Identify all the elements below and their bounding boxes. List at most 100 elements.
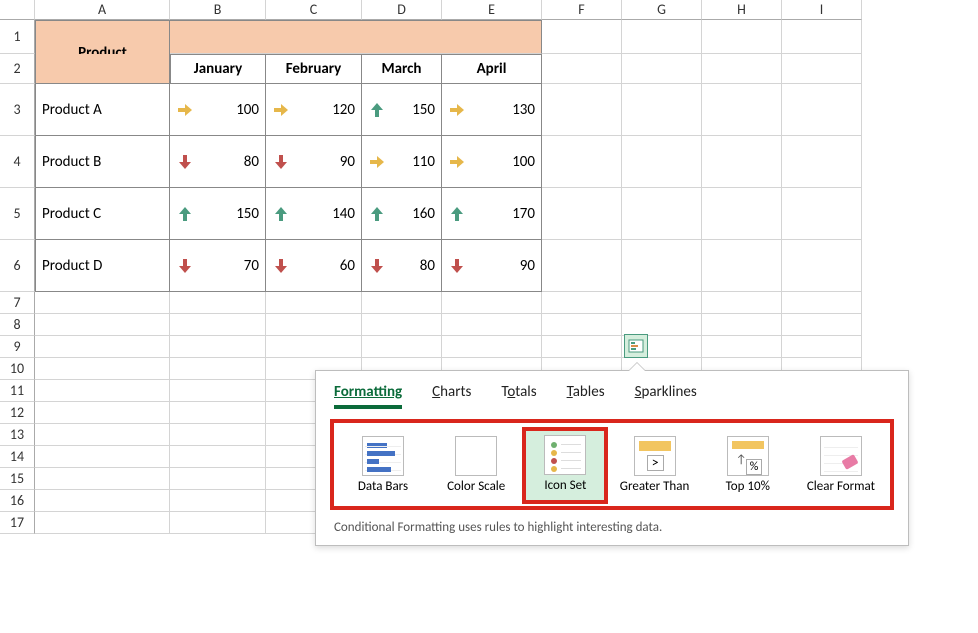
rowhdr-9[interactable]: 9 (0, 336, 35, 358)
cell-D1[interactable] (362, 20, 442, 54)
cell-B9[interactable] (170, 336, 266, 358)
cell-G4[interactable] (622, 136, 702, 188)
rowhdr-7[interactable]: 7 (0, 292, 35, 314)
cell-H3[interactable] (702, 84, 782, 136)
cell-C9[interactable] (266, 336, 362, 358)
cell-G1[interactable] (622, 20, 702, 54)
rowhdr-10[interactable]: 10 (0, 358, 35, 380)
header-month-january[interactable]: January (170, 54, 266, 84)
cell-H1[interactable] (702, 20, 782, 54)
cell-A7[interactable] (35, 292, 170, 314)
tab-tables[interactable]: Tables (567, 383, 605, 409)
cell-A12[interactable] (35, 402, 170, 424)
cell-H5[interactable] (702, 188, 782, 240)
opt-icon-set[interactable]: Icon Set (522, 427, 608, 504)
cell-B14[interactable] (170, 446, 266, 468)
data-cell-r2-c3[interactable]: 170 (442, 188, 542, 240)
tab-totals[interactable]: Totals (501, 383, 536, 409)
header-month-april[interactable]: April (442, 54, 542, 84)
rowhdr-4[interactable]: 4 (0, 136, 35, 188)
opt-data-bars[interactable]: Data Bars (340, 431, 426, 500)
data-cell-r3-c0[interactable]: 70 (170, 240, 266, 292)
cell-H4[interactable] (702, 136, 782, 188)
cell-H8[interactable] (702, 314, 782, 336)
cell-B16[interactable] (170, 490, 266, 512)
data-cell-r1-c3[interactable]: 100 (442, 136, 542, 188)
cell-A2[interactable] (35, 54, 170, 84)
cell-H6[interactable] (702, 240, 782, 292)
cell-A11[interactable] (35, 380, 170, 402)
rowhdr-15[interactable]: 15 (0, 468, 35, 490)
cell-B17[interactable] (170, 512, 266, 534)
cell-G5[interactable] (622, 188, 702, 240)
row-name-0[interactable]: Product A (35, 84, 170, 136)
cell-I4[interactable] (782, 136, 862, 188)
cell-I6[interactable] (782, 240, 862, 292)
cell-A14[interactable] (35, 446, 170, 468)
cell-B12[interactable] (170, 402, 266, 424)
cell-F8[interactable] (542, 314, 622, 336)
data-cell-r1-c0[interactable]: 80 (170, 136, 266, 188)
rowhdr-11[interactable]: 11 (0, 380, 35, 402)
cell-G8[interactable] (622, 314, 702, 336)
rowhdr-6[interactable]: 6 (0, 240, 35, 292)
header-month-march[interactable]: March (362, 54, 442, 84)
cell-H9[interactable] (702, 336, 782, 358)
cell-D7[interactable] (362, 292, 442, 314)
cell-C8[interactable] (266, 314, 362, 336)
data-cell-r1-c1[interactable]: 90 (266, 136, 362, 188)
cell-B8[interactable] (170, 314, 266, 336)
quick-analysis-button[interactable] (624, 334, 648, 358)
cell-D9[interactable] (362, 336, 442, 358)
header-sales[interactable]: Sales (170, 20, 266, 54)
cell-B13[interactable] (170, 424, 266, 446)
opt-clear-format[interactable]: Clear Format (798, 431, 884, 500)
cell-I8[interactable] (782, 314, 862, 336)
cell-F1[interactable] (542, 20, 622, 54)
rowhdr-12[interactable]: 12 (0, 402, 35, 424)
tab-charts[interactable]: Charts (432, 383, 471, 409)
cell-F5[interactable] (542, 188, 622, 240)
data-cell-r0-c0[interactable]: 100 (170, 84, 266, 136)
colhdr-A[interactable]: A (35, 0, 170, 20)
colhdr-E[interactable]: E (442, 0, 542, 20)
cell-I1[interactable] (782, 20, 862, 54)
cell-E1[interactable] (442, 20, 542, 54)
cell-F4[interactable] (542, 136, 622, 188)
colhdr-I[interactable]: I (782, 0, 862, 20)
cell-C7[interactable] (266, 292, 362, 314)
colhdr-F[interactable]: F (542, 0, 622, 20)
cell-I3[interactable] (782, 84, 862, 136)
colhdr-B[interactable]: B (170, 0, 266, 20)
cell-G2[interactable] (622, 54, 702, 84)
data-cell-r2-c2[interactable]: 160 (362, 188, 442, 240)
rowhdr-8[interactable]: 8 (0, 314, 35, 336)
row-name-2[interactable]: Product C (35, 188, 170, 240)
cell-E8[interactable] (442, 314, 542, 336)
cell-F7[interactable] (542, 292, 622, 314)
cell-I2[interactable] (782, 54, 862, 84)
data-cell-r3-c2[interactable]: 80 (362, 240, 442, 292)
header-month-february[interactable]: February (266, 54, 362, 84)
rowhdr-13[interactable]: 13 (0, 424, 35, 446)
row-name-1[interactable]: Product B (35, 136, 170, 188)
cell-A15[interactable] (35, 468, 170, 490)
cell-A13[interactable] (35, 424, 170, 446)
cell-E9[interactable] (442, 336, 542, 358)
row-name-3[interactable]: Product D (35, 240, 170, 292)
cell-A17[interactable] (35, 512, 170, 534)
cell-F3[interactable] (542, 84, 622, 136)
data-cell-r0-c2[interactable]: 150 (362, 84, 442, 136)
data-cell-r2-c0[interactable]: 150 (170, 188, 266, 240)
rowhdr-17[interactable]: 17 (0, 512, 35, 534)
rowhdr-2[interactable]: 2 (0, 54, 35, 84)
data-cell-r3-c1[interactable]: 60 (266, 240, 362, 292)
colhdr-C[interactable]: C (266, 0, 362, 20)
cell-F2[interactable] (542, 54, 622, 84)
cell-I5[interactable] (782, 188, 862, 240)
cell-C1[interactable] (266, 20, 362, 54)
rowhdr-1[interactable]: 1 (0, 20, 35, 54)
cell-B10[interactable] (170, 358, 266, 380)
opt-top-10[interactable]: Top 10% (705, 431, 791, 500)
cell-E7[interactable] (442, 292, 542, 314)
